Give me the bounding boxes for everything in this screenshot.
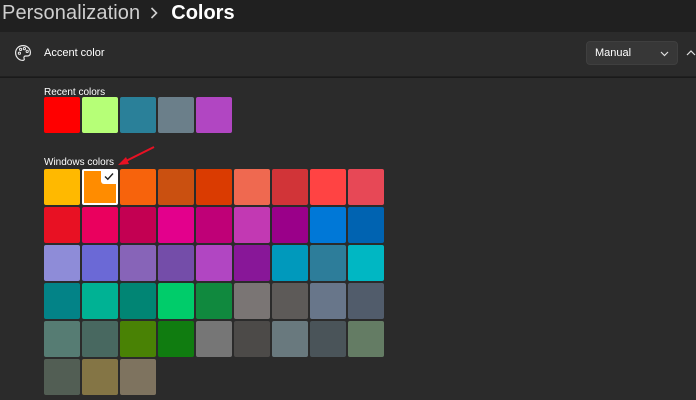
windows-color-swatch[interactable] (158, 207, 194, 243)
windows-color-swatch[interactable] (310, 321, 346, 357)
windows-color-swatch[interactable] (196, 283, 232, 319)
windows-color-swatch[interactable] (158, 169, 194, 205)
windows-color-swatch[interactable] (234, 245, 270, 281)
recent-color-swatch[interactable] (120, 97, 156, 133)
windows-color-swatch[interactable] (44, 321, 80, 357)
chevron-up-icon[interactable] (686, 48, 696, 58)
windows-color-swatch[interactable] (82, 359, 118, 395)
windows-color-swatch[interactable] (196, 245, 232, 281)
windows-color-swatch[interactable] (348, 169, 384, 205)
breadcrumb-personalization-link[interactable]: Personalization (2, 2, 140, 25)
windows-color-swatch[interactable] (196, 207, 232, 243)
annotation-arrow-icon (118, 146, 155, 165)
accent-mode-value: Manual (595, 47, 632, 59)
windows-color-swatch[interactable] (82, 207, 118, 243)
windows-color-swatch[interactable] (272, 245, 308, 281)
windows-color-swatch[interactable] (158, 321, 194, 357)
windows-color-swatch[interactable] (82, 245, 118, 281)
windows-color-swatch[interactable] (158, 283, 194, 319)
windows-color-swatch[interactable] (348, 321, 384, 357)
windows-color-swatch[interactable] (196, 321, 232, 357)
windows-color-swatch[interactable] (44, 283, 80, 319)
windows-color-swatch-selected[interactable] (82, 169, 118, 205)
windows-color-swatch[interactable] (234, 207, 270, 243)
windows-colors-label: Windows colors (44, 157, 115, 168)
windows-color-swatch[interactable] (120, 321, 156, 357)
windows-color-swatch[interactable] (44, 169, 80, 205)
accent-mode-dropdown[interactable]: Manual (586, 41, 678, 65)
chevron-down-icon (660, 51, 669, 57)
recent-color-swatch[interactable] (44, 97, 80, 133)
windows-color-swatch[interactable] (348, 207, 384, 243)
windows-color-swatch[interactable] (44, 207, 80, 243)
windows-color-swatch[interactable] (196, 169, 232, 205)
windows-color-swatch[interactable] (348, 245, 384, 281)
palette-icon (14, 44, 32, 62)
windows-color-swatch[interactable] (44, 359, 80, 395)
checkmark-icon (104, 173, 114, 181)
windows-color-swatch[interactable] (120, 283, 156, 319)
accent-color-header[interactable]: Accent color Manual (0, 32, 696, 76)
windows-color-swatch[interactable] (234, 169, 270, 205)
settings-window: Personalization Colors Accent color Manu… (0, 0, 696, 400)
windows-color-swatch[interactable] (310, 207, 346, 243)
windows-color-swatch[interactable] (310, 283, 346, 319)
windows-color-swatch[interactable] (234, 283, 270, 319)
windows-color-swatch[interactable] (272, 207, 308, 243)
windows-color-swatch[interactable] (120, 169, 156, 205)
windows-color-swatch[interactable] (82, 321, 118, 357)
windows-color-swatch[interactable] (120, 245, 156, 281)
windows-color-swatch[interactable] (272, 283, 308, 319)
recent-color-swatch[interactable] (196, 97, 232, 133)
windows-color-swatch[interactable] (44, 245, 80, 281)
windows-color-swatch[interactable] (234, 321, 270, 357)
recent-color-swatch[interactable] (158, 97, 194, 133)
windows-color-swatch[interactable] (348, 283, 384, 319)
windows-color-swatch[interactable] (120, 359, 156, 395)
windows-color-swatch[interactable] (310, 245, 346, 281)
windows-color-swatch[interactable] (272, 321, 308, 357)
checkmark-badge (101, 170, 117, 184)
windows-color-swatch[interactable] (310, 169, 346, 205)
chevron-right-icon (150, 7, 158, 19)
windows-color-swatch[interactable] (120, 207, 156, 243)
windows-color-swatch[interactable] (158, 245, 194, 281)
breadcrumb: Personalization Colors (2, 0, 235, 26)
page-title: Colors (171, 1, 235, 24)
accent-color-label: Accent color (44, 47, 105, 59)
recent-color-swatch[interactable] (82, 97, 118, 133)
windows-color-swatch[interactable] (82, 283, 118, 319)
windows-color-swatch[interactable] (272, 169, 308, 205)
